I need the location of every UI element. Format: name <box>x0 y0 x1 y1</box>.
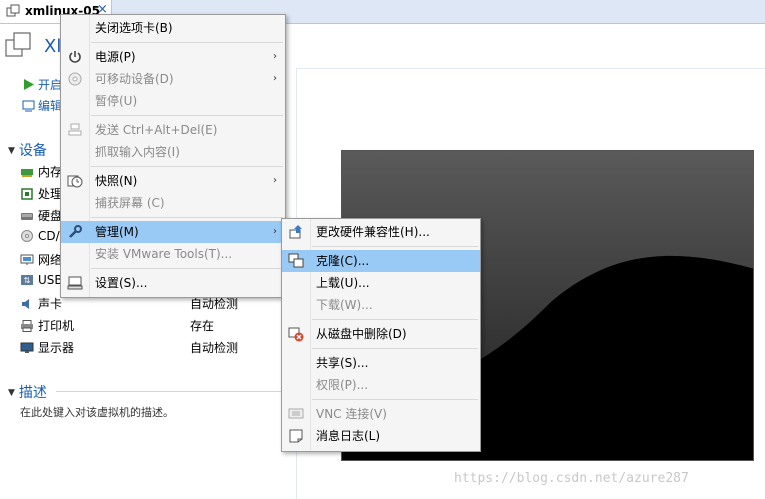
printer-value: 存在 <box>190 319 215 333</box>
printer-icon <box>21 320 33 332</box>
svg-text:⇅: ⇅ <box>24 276 31 285</box>
device-usb[interactable]: ⇅ USB <box>20 273 63 287</box>
device-processor[interactable]: 处理 <box>20 185 62 202</box>
description-rule <box>56 391 282 392</box>
submenu-arrow-icon: › <box>273 73 277 84</box>
memory-icon <box>21 169 33 177</box>
edit-settings-command[interactable]: 编辑 <box>22 97 62 114</box>
watermark: https://blog.csdn.net/azure287 <box>454 471 689 486</box>
menu-separator <box>91 217 283 218</box>
submenu-item-permissions[interactable]: 权限(P)... <box>282 374 480 396</box>
vm-icon <box>6 4 20 17</box>
submenu-item-upload[interactable]: 上载(U)... <box>282 272 480 294</box>
keyboard-icon <box>68 123 82 136</box>
menu-item-manage[interactable]: 管理(M) › <box>61 221 285 243</box>
tab-context-menu: 关闭选项卡(B) 电源(P) › 可移动设备(D) › 暂停(U) 发送 Ctr… <box>60 14 286 298</box>
menu-separator <box>312 319 478 320</box>
menu-separator <box>312 348 478 349</box>
collapse-triangle-icon: ▼ <box>8 388 15 398</box>
submenu-arrow-icon: › <box>273 226 277 237</box>
submenu-item-change-hardware-compatibility[interactable]: 更改硬件兼容性(H)... <box>282 221 480 243</box>
submenu-item-message-log[interactable]: 消息日志(L) <box>282 425 480 447</box>
processor-icon <box>21 188 33 200</box>
wrench-icon <box>69 225 82 238</box>
menu-item-close-tab[interactable]: 关闭选项卡(B) <box>61 17 285 39</box>
description-title-text: 描述 <box>18 385 47 401</box>
network-icon <box>20 254 34 265</box>
device-display[interactable]: 显示器 <box>20 339 74 356</box>
clone-icon <box>288 253 304 268</box>
submenu-item-vnc-connection[interactable]: VNC 连接(V) <box>282 403 480 425</box>
delete-icon <box>288 327 304 342</box>
vm-large-icon <box>5 32 31 57</box>
devices-section-title[interactable]: ▼ 设备 <box>8 140 47 160</box>
menu-separator <box>91 268 283 269</box>
vm-title: Xl <box>44 36 62 57</box>
removable-device-icon <box>68 72 82 86</box>
usb-icon: ⇅ <box>21 275 33 285</box>
menu-item-settings[interactable]: 设置(S)... <box>61 272 285 294</box>
menu-separator <box>91 42 283 43</box>
menu-separator <box>91 166 283 167</box>
submenu-item-download[interactable]: 下载(W)... <box>282 294 480 316</box>
menu-separator <box>312 399 478 400</box>
vnc-icon <box>288 408 304 419</box>
monitor-icon <box>20 342 34 353</box>
header-divider <box>297 68 765 69</box>
power-on-label: 开启 <box>38 78 63 92</box>
devices-title-text: 设备 <box>18 143 47 159</box>
hardware-upgrade-icon <box>289 225 302 239</box>
collapse-triangle-icon: ▼ <box>8 146 15 156</box>
menu-item-pause[interactable]: 暂停(U) <box>61 90 285 112</box>
submenu-arrow-icon: › <box>273 51 277 62</box>
snapshot-clock-icon <box>67 175 83 188</box>
play-icon <box>24 79 34 90</box>
device-cd-dvd[interactable]: CD/ <box>20 229 60 243</box>
speaker-icon <box>22 299 29 309</box>
manage-submenu: 更改硬件兼容性(H)... 克隆(C)... 上载(U)... 下载(W)...… <box>281 218 481 452</box>
message-log-icon <box>289 429 303 443</box>
menu-separator <box>312 246 478 247</box>
device-printer[interactable]: 打印机 <box>20 317 74 334</box>
submenu-item-clone[interactable]: 克隆(C)... <box>282 250 480 272</box>
hard-disk-icon <box>21 213 33 220</box>
device-sound-card[interactable]: 声卡 <box>20 295 62 312</box>
power-icon <box>69 51 81 63</box>
settings-icon <box>67 276 83 290</box>
menu-item-power[interactable]: 电源(P) › <box>61 46 285 68</box>
menu-item-removable-devices[interactable]: 可移动设备(D) › <box>61 68 285 90</box>
menu-item-grab-input[interactable]: 抓取输入内容(I) <box>61 141 285 163</box>
display-value: 自动检测 <box>190 341 239 355</box>
power-on-command[interactable]: 开启 <box>22 76 62 93</box>
description-placeholder[interactable]: 在此处键入对该虚拟机的描述。 <box>20 404 174 420</box>
menu-item-install-vmware-tools[interactable]: 安装 VMware Tools(T)... <box>61 243 285 265</box>
edit-settings-label: 编辑 <box>38 99 63 113</box>
submenu-arrow-icon: › <box>273 175 277 186</box>
menu-item-capture-screen[interactable]: 捕获屏幕 (C) <box>61 192 285 214</box>
device-network[interactable]: 网络 <box>20 251 62 268</box>
cd-icon <box>21 230 33 242</box>
menu-item-send-ctrl-alt-del[interactable]: 发送 Ctrl+Alt+Del(E) <box>61 119 285 141</box>
menu-separator <box>91 115 283 116</box>
menu-item-snapshot[interactable]: 快照(N) › <box>61 170 285 192</box>
description-section-title[interactable]: ▼ 描述 <box>8 382 47 402</box>
device-hard-disk[interactable]: 硬盘 <box>20 207 62 224</box>
device-memory[interactable]: 内存 <box>20 163 62 180</box>
submenu-item-delete-from-disk[interactable]: 从磁盘中删除(D) <box>282 323 480 345</box>
edit-settings-icon <box>22 100 35 112</box>
submenu-item-share[interactable]: 共享(S)... <box>282 352 480 374</box>
